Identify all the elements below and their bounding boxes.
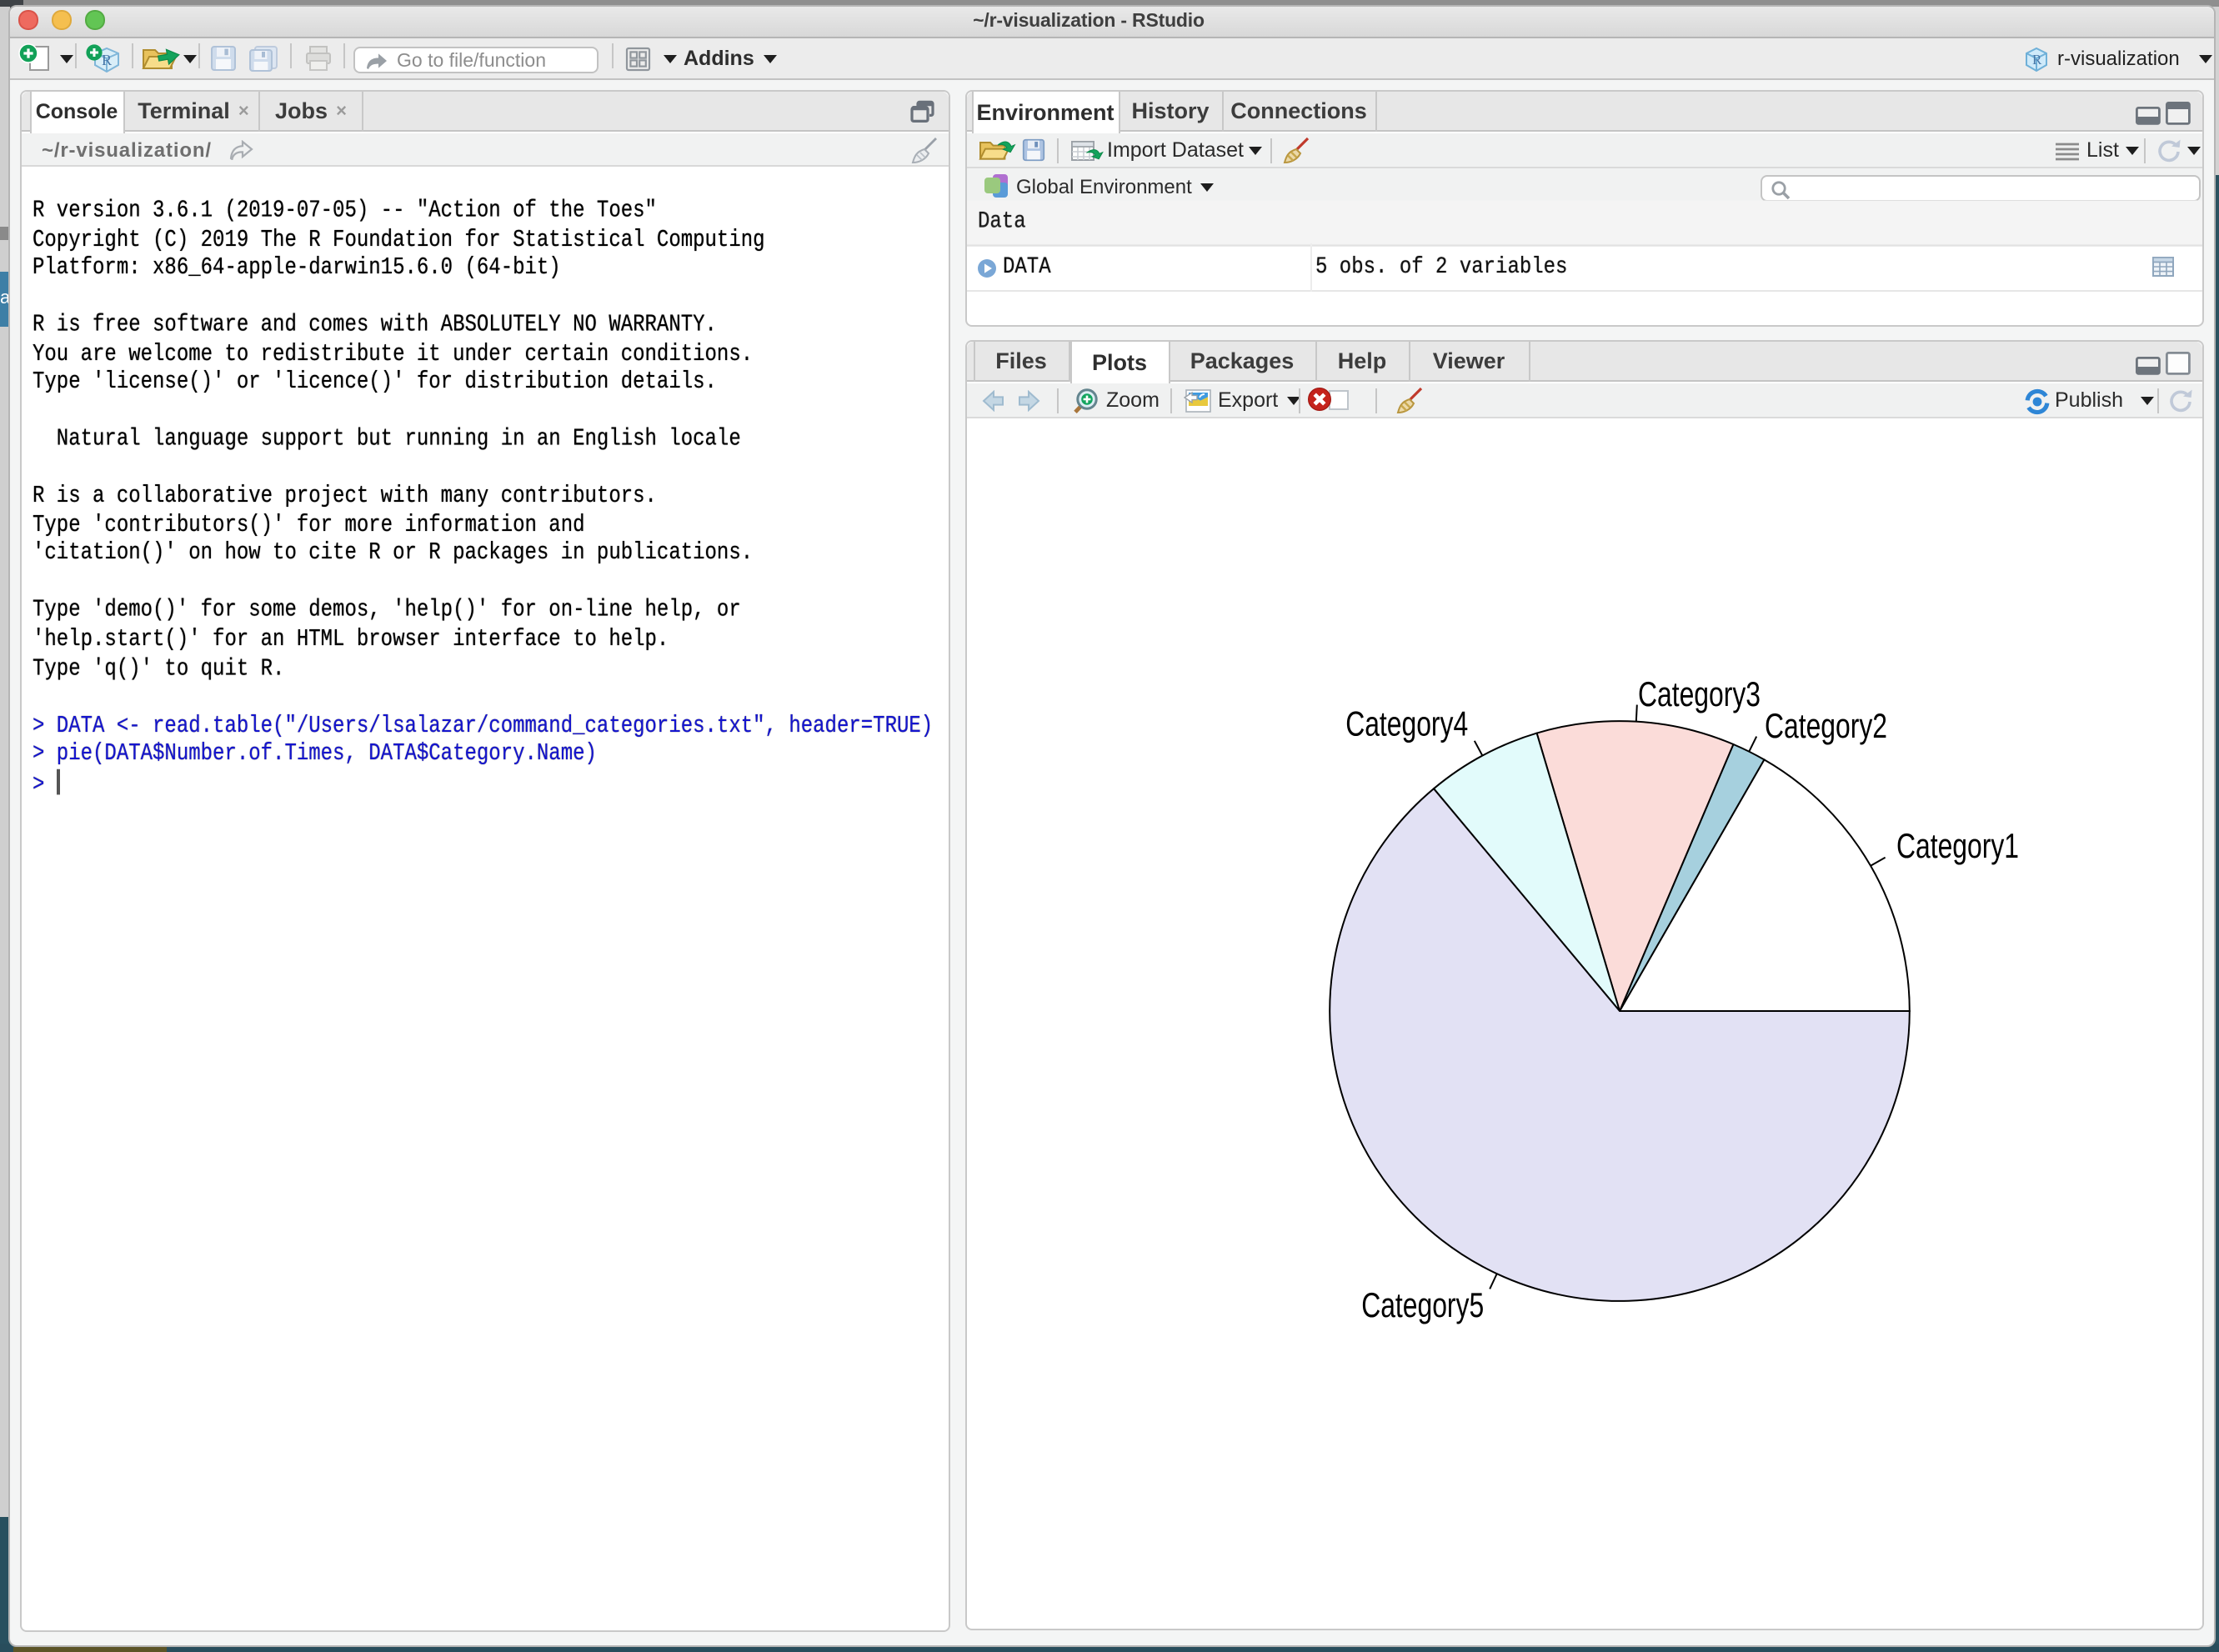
svg-text:Category2: Category2 [1764, 705, 1886, 744]
svg-text:R: R [102, 51, 112, 68]
svg-text:Category5: Category5 [1360, 1284, 1483, 1324]
svg-text:Category1: Category1 [1896, 825, 2018, 864]
svg-text:Category3: Category3 [1637, 673, 1760, 713]
svg-text:R: R [2032, 51, 2042, 67]
svg-text:Category4: Category4 [1345, 703, 1467, 742]
